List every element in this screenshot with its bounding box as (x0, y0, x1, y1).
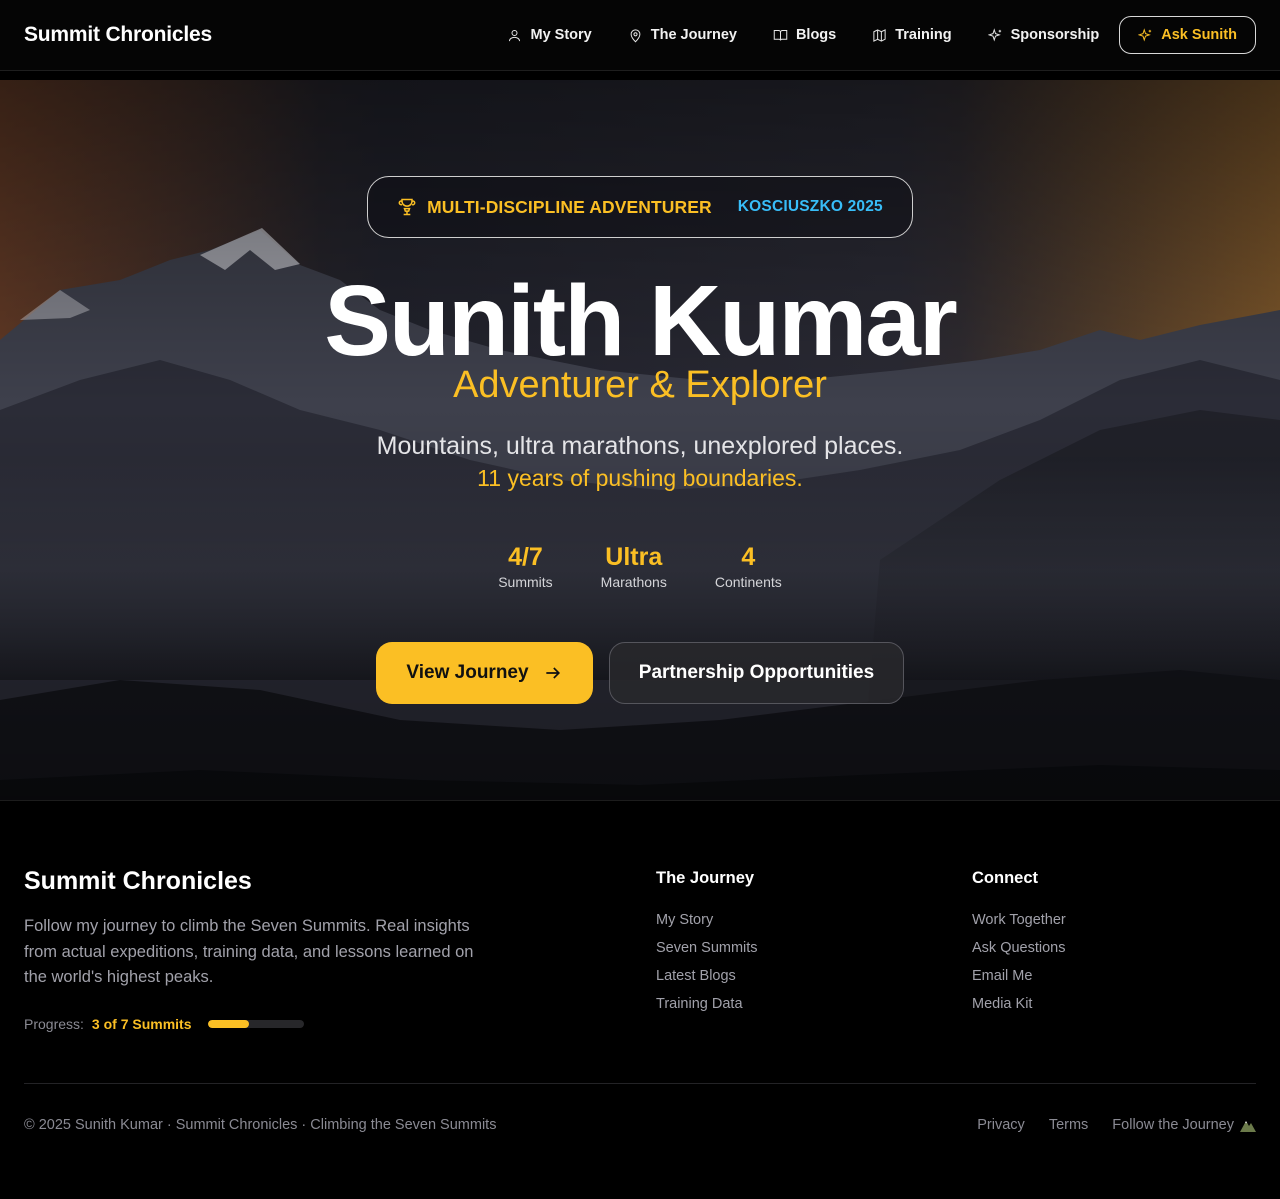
footer-link-media-kit[interactable]: Media Kit (972, 990, 1066, 1018)
map-pin-icon (630, 28, 641, 42)
progress-bar (207, 1020, 304, 1028)
nav-item-blogs[interactable]: Blogs (755, 27, 854, 43)
hero-role: Adventurer & Explorer (453, 364, 827, 406)
stat-label: Continents (714, 574, 782, 590)
sparkles-icon (987, 27, 1001, 41)
footer-column-journey: The Journey My Story Seven Summits Lates… (656, 869, 758, 1018)
book-icon (773, 29, 788, 41)
view-journey-label: View Journey (406, 662, 529, 683)
stat-continents: 4 Continents (715, 542, 782, 590)
stat-label: Marathons (600, 574, 667, 590)
footer-brand[interactable]: Summit Chronicles (24, 867, 252, 896)
stat-value: 4/7 (508, 543, 543, 571)
footer-description: Follow my journey to climb the Seven Sum… (24, 917, 474, 986)
stat-label: Summits (498, 574, 553, 590)
badge-title: MULTI-DISCIPLINE ADVENTURER (427, 196, 712, 217)
nav-item-label: Sponsorship (1010, 27, 1100, 43)
mountain-icon (1240, 1121, 1256, 1132)
nav-item-my-story[interactable]: My Story (489, 27, 609, 43)
nav-item-sponsorship[interactable]: Sponsorship (970, 27, 1118, 43)
nav-item-label: My Story (530, 27, 592, 43)
map-icon (873, 28, 886, 42)
nav-item-label: The Journey (650, 27, 737, 43)
sparkles-icon (1138, 27, 1152, 41)
stat-summits: 4/7 Summits (498, 542, 552, 590)
follow-journey-link[interactable]: Follow the Journey (1112, 1117, 1256, 1133)
progress-label: Progress: (24, 1016, 84, 1032)
hero-section: MULTI-DISCIPLINE ADVENTURER KOSCIUSZKO 2… (0, 80, 1280, 800)
footer-link-work-together[interactable]: Work Together (972, 906, 1066, 934)
brand-logo[interactable]: Summit Chronicles (24, 23, 212, 47)
ask-sunith-label: Ask Sunith (1161, 27, 1237, 43)
footer-bottom-links: Privacy Terms Follow the Journey (977, 1117, 1256, 1133)
nav-item-the-journey[interactable]: The Journey (610, 27, 755, 43)
site-footer: Summit Chronicles Follow my journey to c… (0, 800, 1280, 1199)
hero-tagline: Mountains, ultra marathons, unexplored p… (376, 432, 904, 460)
nav-item-training[interactable]: Training (854, 27, 969, 43)
footer-divider (24, 1083, 1256, 1084)
arrow-right-icon (545, 667, 560, 679)
footer-link-ask-questions[interactable]: Ask Questions (972, 934, 1066, 962)
follow-journey-label: Follow the Journey (1112, 1117, 1234, 1133)
privacy-link[interactable]: Privacy (977, 1117, 1025, 1133)
stat-value: Ultra (605, 543, 663, 571)
footer-link-email-me[interactable]: Email Me (972, 962, 1066, 990)
nav-links: My Story The Journey Blogs Training Spon… (489, 16, 1256, 54)
badge-subtitle: KOSCIUSZKO 2025 (737, 198, 883, 215)
stat-marathons: Ultra Marathons (601, 542, 667, 590)
stat-value: 4 (741, 543, 756, 571)
hero-badge: MULTI-DISCIPLINE ADVENTURER KOSCIUSZKO 2… (367, 176, 913, 238)
ask-sunith-button[interactable]: Ask Sunith (1119, 16, 1256, 54)
footer-link-my-story[interactable]: My Story (656, 906, 758, 934)
nav-item-label: Blogs (795, 27, 837, 43)
top-nav: Summit Chronicles My Story The Journey B… (0, 0, 1280, 71)
hero-stats: 4/7 Summits Ultra Marathons 4 Continents (0, 542, 1280, 590)
progress-bar-fill (207, 1020, 249, 1028)
partnership-button[interactable]: Partnership Opportunities (609, 642, 904, 704)
footer-link-seven-summits[interactable]: Seven Summits (656, 934, 758, 962)
terms-link[interactable]: Terms (1049, 1117, 1088, 1133)
view-journey-button[interactable]: View Journey (376, 642, 593, 704)
hero-tagline-highlight: 11 years of pushing boundaries. (477, 465, 803, 491)
trophy-icon (398, 198, 416, 216)
summit-progress: Progress: 3 of 7 Summits (24, 1016, 304, 1032)
hero-name: Sunith Kumar (324, 265, 958, 377)
hero-content: MULTI-DISCIPLINE ADVENTURER KOSCIUSZKO 2… (0, 80, 1280, 800)
footer-column-title: Connect (972, 869, 1038, 887)
footer-column-connect: Connect Work Together Ask Questions Emai… (972, 869, 1066, 1018)
progress-value: 3 of 7 Summits (91, 1016, 192, 1032)
partnership-label: Partnership Opportunities (638, 662, 875, 683)
copyright-text: © 2025 Sunith Kumar · Summit Chronicles … (24, 1117, 497, 1133)
footer-link-training-data[interactable]: Training Data (656, 990, 758, 1018)
nav-item-label: Training (895, 27, 952, 43)
footer-link-latest-blogs[interactable]: Latest Blogs (656, 962, 758, 990)
user-icon (509, 29, 521, 41)
footer-column-title: The Journey (656, 869, 755, 887)
